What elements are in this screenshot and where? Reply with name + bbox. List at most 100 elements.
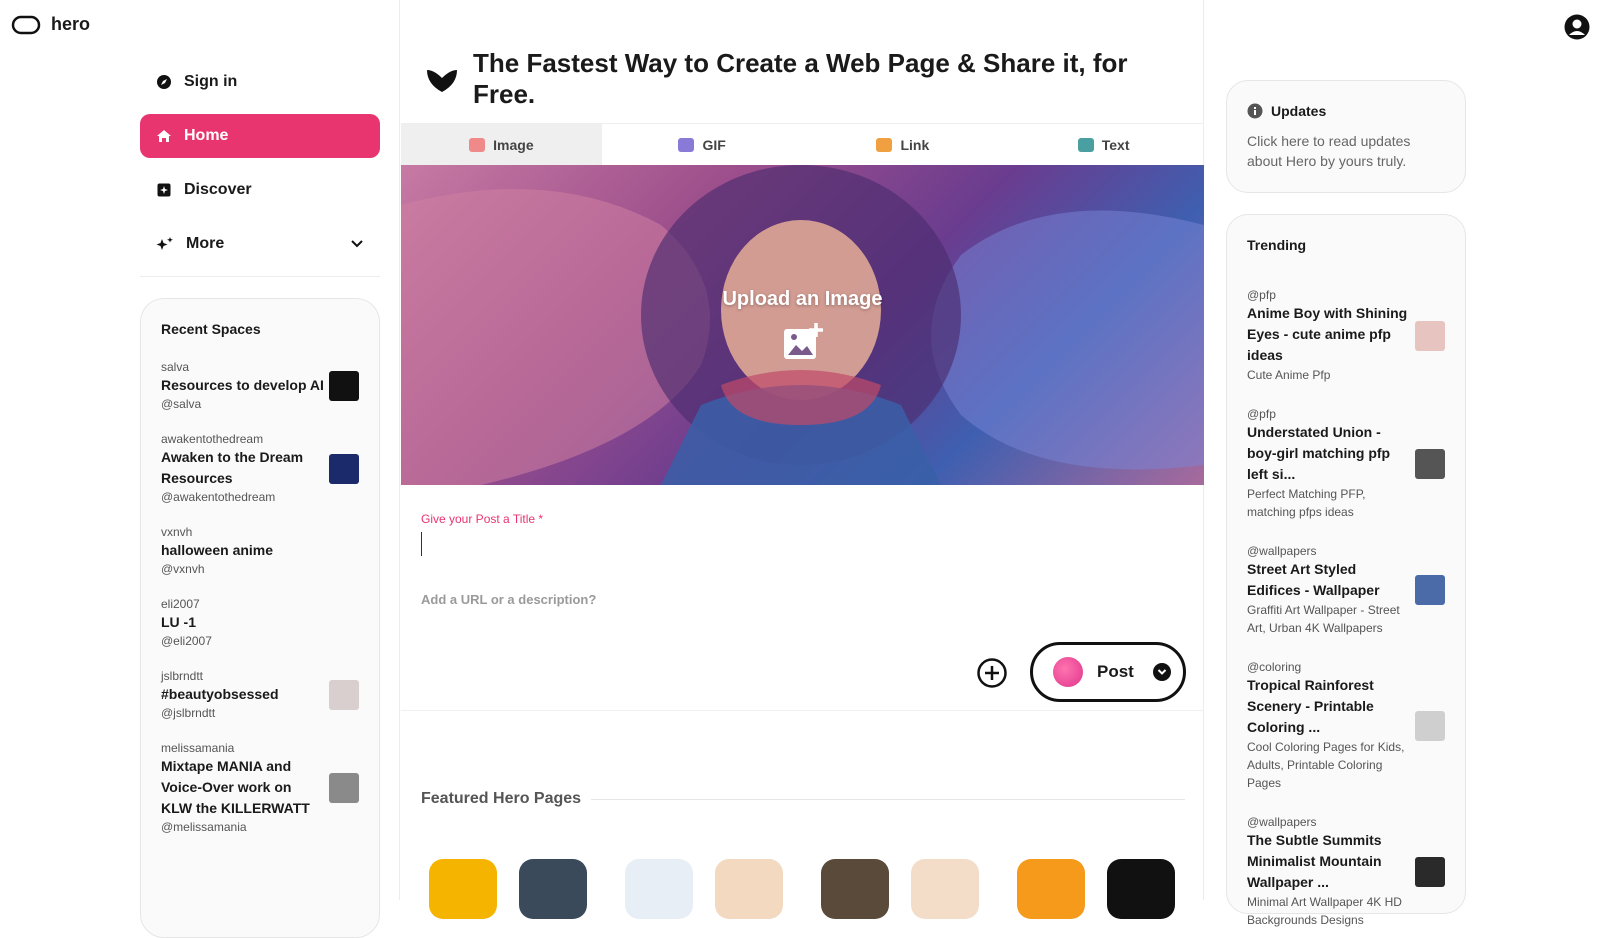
tab-text-label: Text	[1101, 136, 1130, 153]
trending-item-title: The Subtle Summits Minimalist Mountain W…	[1247, 832, 1382, 890]
trending-item-title: Street Art Styled Edifices - Wallpaper	[1247, 561, 1380, 598]
space-handle: @awakentothedream	[161, 490, 276, 504]
text-icon	[1077, 137, 1094, 152]
trending-thumbnail	[1415, 856, 1445, 887]
trending-item[interactable]: @coloring Tropical Rainforest Scenery - …	[1247, 659, 1445, 792]
hero-brand-icon	[427, 70, 457, 92]
updates-card[interactable]: Updates Click here to read updates about…	[1226, 80, 1466, 193]
nav-sign-in-label: Sign in	[184, 73, 238, 90]
list-item[interactable]: melissamania Mixtape MANIA and Voice-Ove…	[161, 740, 359, 836]
featured-page-thumbnail[interactable]	[715, 859, 783, 919]
list-item[interactable]: vxnvh halloween anime @vxnvh	[161, 524, 359, 578]
space-thumbnail	[329, 680, 359, 710]
list-item[interactable]: eli2007 LU -1 @eli2007	[161, 596, 359, 650]
space-owner: vxnvh	[161, 525, 193, 539]
tab-text[interactable]: Text	[1003, 124, 1204, 165]
list-item[interactable]: awakentothedream Awaken to the Dream Res…	[161, 431, 359, 506]
link-icon	[876, 137, 893, 152]
trending-tag: @wallpapers	[1247, 544, 1317, 558]
post-button[interactable]: Post	[1030, 642, 1186, 702]
space-handle: @salva	[161, 397, 202, 411]
upload-label: Upload an Image	[722, 287, 883, 310]
list-item[interactable]: jslbrndtt #beautyobsessed @jslbrndtt	[161, 668, 359, 722]
trending-item-title: Anime Boy with Shining Eyes - cute anime…	[1247, 305, 1408, 363]
featured-page-thumbnail[interactable]	[821, 859, 889, 919]
trending-tag: @coloring	[1247, 660, 1302, 674]
featured-header: Featured Hero Pages	[421, 790, 1185, 808]
home-icon	[157, 130, 171, 142]
featured-page-thumbnail[interactable]	[911, 859, 979, 919]
tab-image[interactable]: Image	[401, 124, 602, 165]
nav-more[interactable]: More	[140, 222, 380, 266]
nav-sign-in[interactable]: Sign in	[140, 60, 380, 104]
post-title-input[interactable]	[421, 532, 1181, 556]
space-handle: @eli2007	[161, 634, 212, 648]
trending-item-subtitle: Minimal Art Wallpaper 4K HD Backgrounds …	[1247, 895, 1402, 927]
space-name: #beautyobsessed	[161, 686, 279, 702]
trending-item[interactable]: @wallpapers Street Art Styled Edifices -…	[1247, 543, 1445, 637]
post-description-input[interactable]	[421, 588, 1181, 610]
updates-title: Updates	[1271, 103, 1327, 119]
updates-text: Click here to read updates about Hero by…	[1247, 133, 1411, 169]
page-heading: The Fastest Way to Create a Web Page & S…	[425, 48, 1165, 110]
main-nav: Sign in Home Discover More	[140, 60, 380, 277]
compass-icon	[157, 75, 171, 89]
space-name: Resources to develop AI	[161, 377, 324, 393]
trending-item-subtitle: Cool Coloring Pages for Kids, Adults, Pr…	[1247, 740, 1405, 790]
add-image-icon	[783, 322, 823, 359]
nav-home-label: Home	[184, 127, 229, 144]
nav-discover-label: Discover	[184, 181, 252, 198]
upload-prompt: Upload an Image	[401, 165, 1204, 485]
nav-discover[interactable]: Discover	[140, 168, 380, 212]
featured-divider	[591, 798, 1185, 800]
recent-spaces-title: Recent Spaces	[161, 321, 261, 337]
trending-panel: Trending @pfp Anime Boy with Shining Eye…	[1226, 214, 1466, 927]
featured-page-thumbnail[interactable]	[429, 859, 497, 919]
featured-pages-row	[429, 859, 1189, 919]
space-owner: melissamania	[161, 741, 235, 755]
tab-gif-label: GIF	[702, 136, 726, 153]
featured-page-thumbnail[interactable]	[1017, 859, 1085, 919]
trending-thumbnail	[1415, 575, 1445, 605]
trending-item[interactable]: @pfp Understated Union - boy-girl matchi…	[1247, 406, 1445, 521]
featured-page-thumbnail[interactable]	[519, 859, 587, 919]
space-thumbnail	[329, 773, 359, 803]
page-title: The Fastest Way to Create a Web Page & S…	[473, 48, 1128, 109]
trending-item-title: Tropical Rainforest Scenery - Printable …	[1247, 677, 1374, 735]
trending-tag: @pfp	[1247, 288, 1276, 302]
space-thumbnail	[329, 453, 359, 484]
trending-thumbnail	[1415, 448, 1445, 479]
trending-title: Trending	[1247, 237, 1307, 253]
trending-item-title: Understated Union - boy-girl matching pf…	[1247, 424, 1391, 482]
chevron-down-icon[interactable]	[350, 239, 364, 249]
updates-header: Updates	[1247, 103, 1445, 119]
featured-page-thumbnail[interactable]	[625, 859, 693, 919]
image-icon	[469, 137, 486, 152]
trending-item[interactable]: @wallpapers The Subtle Summits Minimalis…	[1247, 814, 1445, 929]
space-name: halloween anime	[161, 542, 274, 558]
recent-spaces-panel: Recent Spaces salva Resources to develop…	[140, 298, 380, 938]
trending-item[interactable]: @pfp Anime Boy with Shining Eyes - cute …	[1247, 287, 1445, 384]
tab-gif[interactable]: GIF	[602, 124, 803, 165]
featured-page-thumbnail[interactable]	[1107, 859, 1175, 919]
post-title-label: Give your Post a Title *	[421, 512, 544, 526]
trending-thumbnail	[1415, 710, 1445, 741]
tab-link[interactable]: Link	[803, 124, 1004, 165]
post-button-label: Post	[1097, 662, 1134, 681]
space-owner: eli2007	[161, 597, 200, 611]
chevron-down-icon[interactable]	[1153, 663, 1171, 681]
sparkle-icon	[156, 237, 173, 250]
space-handle: @vxnvh	[161, 562, 205, 576]
nav-home[interactable]: Home	[140, 114, 380, 158]
nav-more-label: More	[186, 235, 225, 252]
image-upload-area[interactable]: Upload an Image	[401, 165, 1204, 485]
add-content-button[interactable]	[976, 657, 1008, 689]
featured-title: Featured Hero Pages	[421, 790, 582, 807]
user-account-icon[interactable]	[1563, 13, 1591, 41]
space-name: LU -1	[161, 614, 196, 630]
space-owner: jslbrndtt	[161, 669, 204, 683]
trending-item-subtitle: Graffiti Art Wallpaper - Street Art, Urb…	[1247, 603, 1400, 635]
post-type-tabs: Image GIF Link Text	[401, 123, 1204, 165]
tab-link-label: Link	[900, 136, 930, 153]
list-item[interactable]: salva Resources to develop AI @salva	[161, 359, 359, 413]
